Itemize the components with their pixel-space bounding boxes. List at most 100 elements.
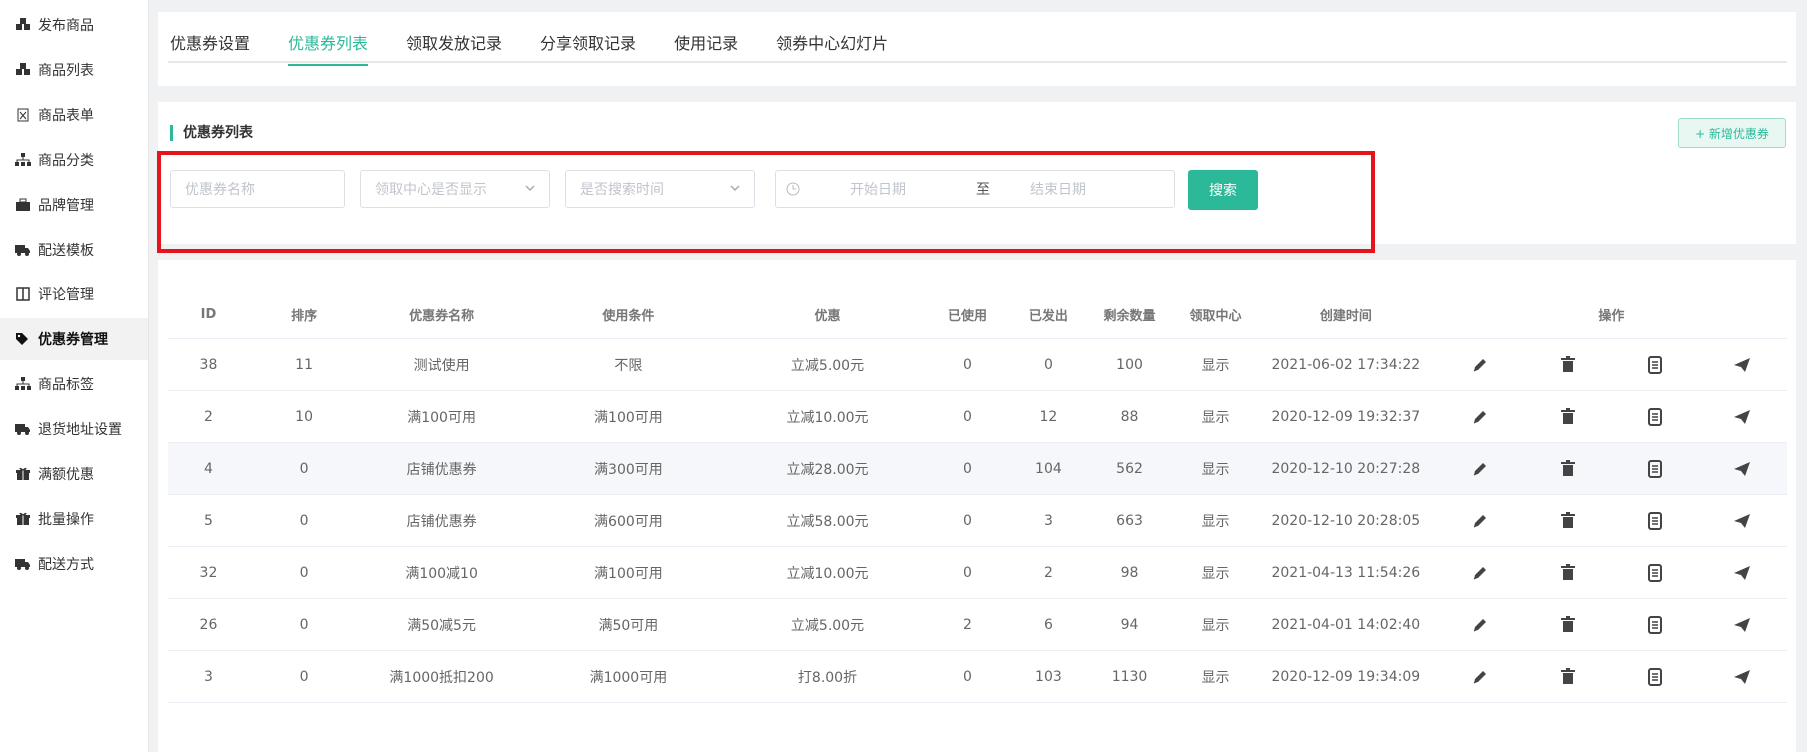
table-cell: 立减5.00元	[732, 598, 923, 651]
table-cell: 4	[168, 442, 249, 495]
sidebar-item[interactable]: 商品分类	[0, 139, 148, 181]
table-cell: 店铺优惠券	[359, 494, 524, 547]
document-icon[interactable]	[1645, 563, 1665, 583]
table-cell: 0	[922, 390, 1013, 443]
document-icon[interactable]	[1645, 459, 1665, 479]
sidebar-item-label: 发布商品	[38, 18, 94, 34]
send-icon[interactable]	[1732, 407, 1752, 427]
document-icon[interactable]	[1645, 511, 1665, 531]
table-cell: 12	[1012, 390, 1085, 443]
table-cell: 6	[1012, 598, 1085, 651]
edit-icon[interactable]	[1470, 511, 1490, 531]
sidebar-item[interactable]: 发布商品	[0, 4, 148, 46]
sidebar-item-label: 商品标签	[38, 377, 94, 393]
document-icon[interactable]	[1645, 407, 1665, 427]
table-cell: 0	[1012, 338, 1085, 391]
sidebar-item[interactable]: 批量操作	[0, 498, 148, 540]
table-cell: 0	[248, 650, 360, 703]
document-icon[interactable]	[1645, 355, 1665, 375]
table-cell: 3	[168, 650, 249, 703]
cubes-icon	[14, 16, 32, 34]
table-cell: 1130	[1084, 650, 1176, 703]
sidebar-item[interactable]: 退货地址设置	[0, 408, 148, 450]
edit-icon[interactable]	[1470, 459, 1490, 479]
table-cell: 满50减5元	[359, 598, 524, 651]
table-cell: 立减10.00元	[732, 390, 923, 443]
table-cell: 2	[168, 390, 249, 443]
table-row: 4 0 店铺优惠券 满300可用 立减28.00元 0 104 562 显示 2020-12-10…	[168, 442, 1787, 495]
sidebar-item[interactable]: 优惠券管理	[0, 318, 148, 360]
sidebar-item-label: 配送模板	[38, 243, 94, 259]
edit-icon[interactable]	[1470, 615, 1490, 635]
table-row: 5 0 店铺优惠券 满600可用 立减58.00元 0 3 663 显示 2020-12-10 2…	[168, 494, 1787, 547]
section-title: 优惠券列表	[170, 125, 253, 141]
columns-icon	[14, 285, 32, 303]
actions-group	[1437, 615, 1786, 635]
sidebar-item-label: 优惠券管理	[38, 332, 108, 348]
actions-cell	[1435, 390, 1787, 443]
trash-icon[interactable]	[1558, 667, 1578, 687]
actions-group	[1437, 407, 1786, 427]
briefcase-icon	[14, 196, 32, 214]
truck-icon	[14, 241, 32, 259]
highlight-box	[157, 151, 1375, 253]
sidebar-item[interactable]: 配送方式	[0, 543, 148, 585]
sidebar-item[interactable]: 品牌管理	[0, 184, 148, 226]
table-header-row: ID 排序 优惠券名称 使用条件 优惠 已使用 已发出 剩余数量 领取中心 创建时间 操作	[168, 290, 1787, 339]
column-header: 领取中心	[1175, 290, 1256, 339]
table-cell: 满100可用	[523, 546, 733, 599]
sidebar-item[interactable]: 配送模板	[0, 229, 148, 271]
trash-icon[interactable]	[1558, 563, 1578, 583]
sitemap-icon	[14, 375, 32, 393]
add-coupon-button[interactable]: + 新增优惠券	[1678, 118, 1786, 148]
table-cell: 663	[1084, 494, 1176, 547]
table-cell: 满1000抵扣200	[359, 650, 524, 703]
sidebar-item[interactable]: 满额优惠	[0, 453, 148, 495]
send-icon[interactable]	[1732, 615, 1752, 635]
trash-icon[interactable]	[1558, 615, 1578, 635]
table-cell: 10	[248, 390, 360, 443]
send-icon[interactable]	[1732, 667, 1752, 687]
actions-group	[1437, 563, 1786, 583]
table-cell: 100	[1084, 338, 1176, 391]
table-cell: 店铺优惠券	[359, 442, 524, 495]
actions-cell	[1435, 338, 1787, 391]
file-excel-icon	[14, 106, 32, 124]
table-cell: 显示	[1175, 546, 1256, 599]
sidebar-item[interactable]: 评论管理	[0, 273, 148, 315]
edit-icon[interactable]	[1470, 563, 1490, 583]
table-cell: 104	[1012, 442, 1085, 495]
table-row: 3 0 满1000抵扣200 满1000可用 打8.00折 0 103 1130 显示 2020-…	[168, 650, 1787, 703]
sidebar-item-label: 满额优惠	[38, 467, 94, 483]
trash-icon[interactable]	[1558, 459, 1578, 479]
sidebar-item[interactable]: 商品标签	[0, 363, 148, 405]
tags-icon	[14, 330, 32, 348]
send-icon[interactable]	[1732, 459, 1752, 479]
column-header: 优惠	[732, 290, 923, 339]
edit-icon[interactable]	[1470, 355, 1490, 375]
column-header: 剩余数量	[1084, 290, 1176, 339]
trash-icon[interactable]	[1558, 511, 1578, 531]
trash-icon[interactable]	[1558, 407, 1578, 427]
trash-icon[interactable]	[1558, 355, 1578, 375]
document-icon[interactable]	[1645, 667, 1665, 687]
table-cell: 显示	[1175, 338, 1256, 391]
column-header: 创建时间	[1255, 290, 1436, 339]
sidebar-item-label: 批量操作	[38, 512, 94, 528]
edit-icon[interactable]	[1470, 667, 1490, 687]
table-cell: 0	[248, 598, 360, 651]
table-row: 26 0 满50减5元 满50可用 立减5.00元 2 6 94 显示 2021-04-01 14…	[168, 598, 1787, 651]
send-icon[interactable]	[1732, 563, 1752, 583]
table-cell: 显示	[1175, 494, 1256, 547]
sidebar-item-label: 配送方式	[38, 557, 94, 573]
sidebar-item-label: 商品表单	[38, 108, 94, 124]
sidebar-item[interactable]: 商品列表	[0, 49, 148, 91]
edit-icon[interactable]	[1470, 407, 1490, 427]
table-cell: 26	[168, 598, 249, 651]
document-icon[interactable]	[1645, 615, 1665, 635]
send-icon[interactable]	[1732, 355, 1752, 375]
sidebar-item[interactable]: 商品表单	[0, 94, 148, 136]
table-cell: 88	[1084, 390, 1176, 443]
send-icon[interactable]	[1732, 511, 1752, 531]
truck-icon	[14, 555, 32, 573]
